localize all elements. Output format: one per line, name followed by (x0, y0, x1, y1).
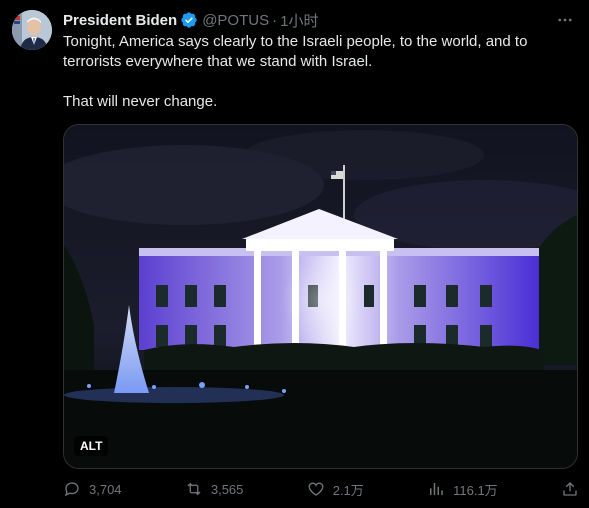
retweet-icon (185, 480, 203, 498)
retweet-button[interactable]: 3,565 (185, 480, 244, 498)
tweet-text-line: Tonight, America says clearly to the Isr… (63, 33, 528, 70)
avatar[interactable] (12, 10, 52, 50)
alt-text-badge[interactable]: ALT (74, 436, 109, 456)
reply-count: 3,704 (89, 481, 122, 497)
timestamp[interactable]: 1小时 (280, 10, 318, 31)
header-separator: · (272, 11, 278, 29)
user-handle[interactable]: @POTUS (202, 12, 269, 29)
retweet-count: 3,565 (210, 481, 244, 497)
share-icon (561, 480, 579, 498)
more-options-icon[interactable] (555, 10, 575, 30)
tweet-header: President Biden @POTUS · 1小时 (63, 10, 575, 30)
tweet-text-line: That will never change. (63, 93, 218, 110)
views-icon (427, 480, 445, 498)
action-bar: 3,704 3,565 2.1万 116.1万 (63, 478, 579, 500)
like-count: 2.1万 (332, 482, 364, 498)
white-house-night-photo (64, 125, 577, 468)
like-icon (307, 480, 325, 498)
reply-icon (63, 480, 81, 498)
view-count: 116.1万 (453, 482, 498, 498)
verified-badge-icon (180, 11, 198, 29)
reply-button[interactable]: 3,704 (63, 480, 122, 498)
views-button[interactable]: 116.1万 (427, 480, 498, 499)
share-button[interactable] (561, 480, 579, 498)
display-name[interactable]: President Biden (63, 12, 177, 29)
like-button[interactable]: 2.1万 (307, 480, 364, 499)
tweet-text: Tonight, America says clearly to the Isr… (63, 32, 575, 112)
tweet-image[interactable]: ALT (63, 124, 578, 469)
